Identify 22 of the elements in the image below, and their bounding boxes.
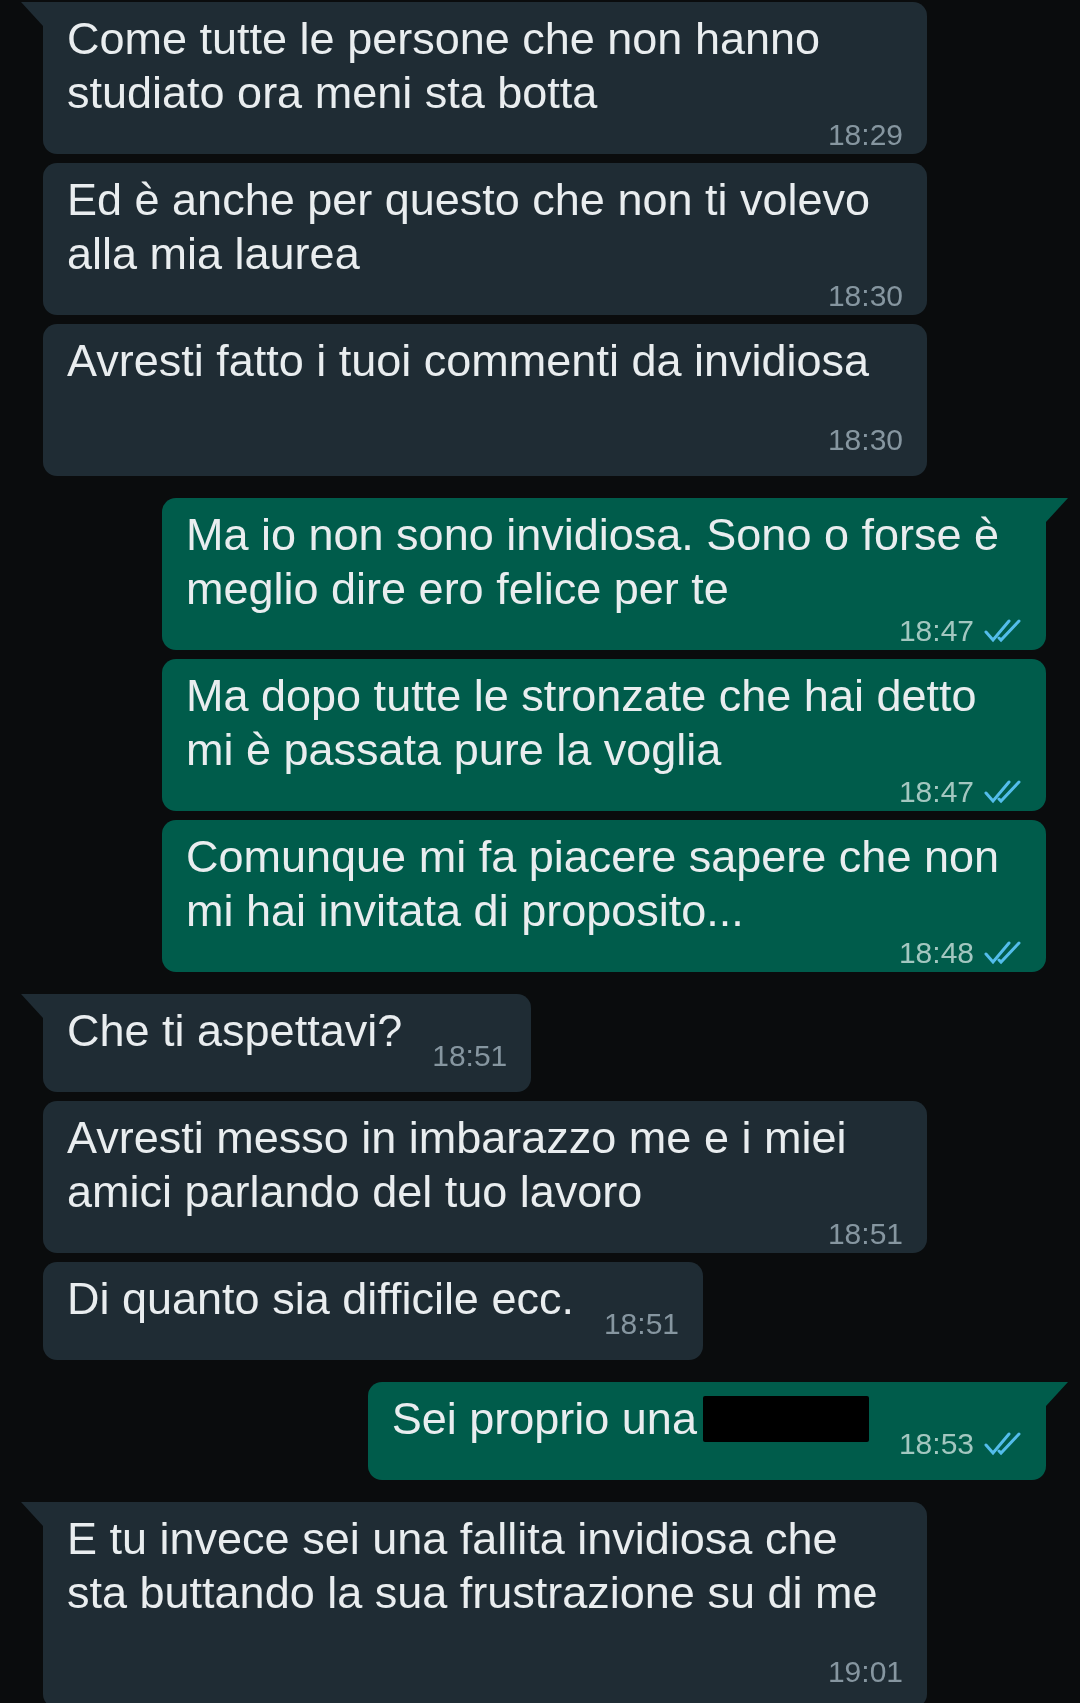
message-text: Come tutte le persone che non hanno studiato ora meni sta botta xyxy=(67,12,822,120)
message-text: E tu invece sei una fallita invidiosa che sta buttando la sua frustrazione su di me xyxy=(67,1512,879,1620)
message-time: 18:53 xyxy=(898,1429,974,1459)
message-time: 18:48 xyxy=(898,938,974,968)
message-time: 18:30 xyxy=(827,425,903,455)
message-text: Ed è anche per questo che non ti volevo alla mia laurea xyxy=(67,173,872,281)
message-text: Ma io non sono invidiosa. Sono o forse è meglio dire ero felice per te xyxy=(186,508,1000,616)
message-text: Sei proprio una xyxy=(391,1392,869,1446)
message-text: Avresti messo in imbarazzo me e i miei amici parlando del tuo lavoro xyxy=(67,1111,848,1219)
message-text: Ma dopo tutte le stronzate che hai detto mi è passata pure la voglia xyxy=(186,669,978,777)
message-text: Comunque mi fa piacere sapere che non mi hai invitata di proposito... xyxy=(186,830,1000,938)
message-time: 18:51 xyxy=(432,1041,508,1071)
message-time: 18:47 xyxy=(898,777,974,807)
message-time: 18:51 xyxy=(603,1309,679,1339)
message-text: Avresti fatto i tuoi commenti da invidiosa xyxy=(67,334,871,388)
message-time: 19:01 xyxy=(827,1657,903,1687)
message-time: 18:51 xyxy=(827,1219,903,1249)
message-time: 18:47 xyxy=(898,616,974,646)
message-time: 18:30 xyxy=(827,281,903,311)
message-text: Di quanto sia difficile ecc. xyxy=(67,1272,574,1326)
message-time: 18:29 xyxy=(827,120,903,150)
message-text: Che ti aspettavi? xyxy=(67,1004,403,1058)
